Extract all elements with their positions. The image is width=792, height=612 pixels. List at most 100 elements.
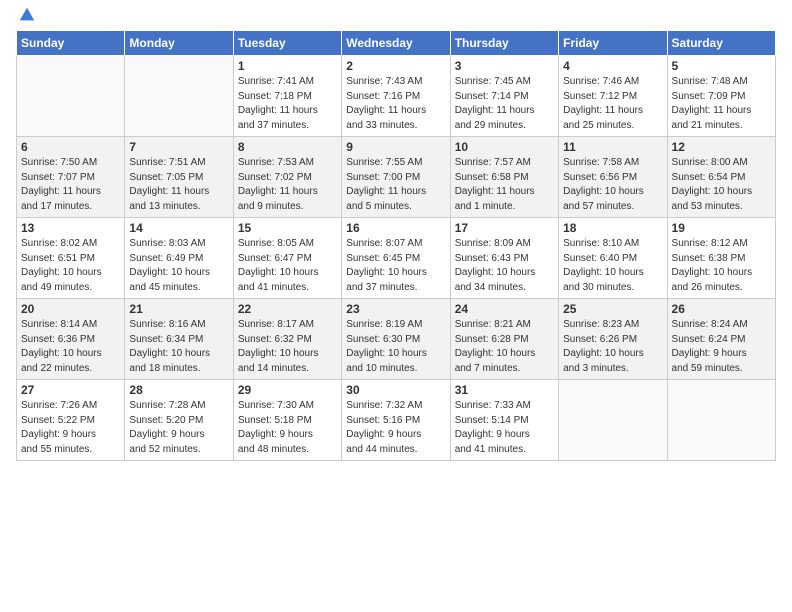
day-info: Sunrise: 7:30 AMSunset: 5:18 PMDaylight:… bbox=[238, 399, 337, 457]
day-number: 16 bbox=[346, 221, 445, 235]
day-number: 27 bbox=[21, 383, 120, 397]
calendar-cell: 31 Sunrise: 7:33 AMSunset: 5:14 PMDayligh… bbox=[450, 380, 558, 461]
day-info: Sunrise: 8:14 AMSunset: 6:36 PMDaylight:… bbox=[21, 318, 120, 376]
day-number: 15 bbox=[238, 221, 337, 235]
calendar-cell: 9 Sunrise: 7:55 AMSunset: 7:00 PMDaylight… bbox=[342, 137, 450, 218]
calendar-cell: 7 Sunrise: 7:51 AMSunset: 7:05 PMDaylight… bbox=[125, 137, 233, 218]
day-info: Sunrise: 7:41 AMSunset: 7:18 PMDaylight:… bbox=[238, 75, 337, 133]
page: SundayMondayTuesdayWednesdayThursdayFrid… bbox=[0, 0, 792, 471]
calendar-cell: 16 Sunrise: 8:07 AMSunset: 6:45 PMDayligh… bbox=[342, 218, 450, 299]
day-number: 29 bbox=[238, 383, 337, 397]
day-info: Sunrise: 7:57 AMSunset: 6:58 PMDaylight:… bbox=[455, 156, 554, 214]
day-info: Sunrise: 7:46 AMSunset: 7:12 PMDaylight:… bbox=[563, 75, 662, 133]
calendar-cell: 11 Sunrise: 7:58 AMSunset: 6:56 PMDayligh… bbox=[559, 137, 667, 218]
day-info: Sunrise: 8:02 AMSunset: 6:51 PMDaylight:… bbox=[21, 237, 120, 295]
day-info: Sunrise: 7:58 AMSunset: 6:56 PMDaylight:… bbox=[563, 156, 662, 214]
day-info: Sunrise: 7:45 AMSunset: 7:14 PMDaylight:… bbox=[455, 75, 554, 133]
calendar-week-4: 20Sunrise: 8:14 AMSunset: 6:36 PMDayligh… bbox=[17, 299, 776, 380]
calendar-header-sunday: Sunday bbox=[17, 31, 125, 56]
day-number: 28 bbox=[129, 383, 228, 397]
day-info: Sunrise: 8:17 AMSunset: 6:32 PMDaylight:… bbox=[238, 318, 337, 376]
day-info: Sunrise: 8:07 AMSunset: 6:45 PMDaylight:… bbox=[346, 237, 445, 295]
calendar-cell: 24 Sunrise: 8:21 AMSunset: 6:28 PMDayligh… bbox=[450, 299, 558, 380]
calendar-header-wednesday: Wednesday bbox=[342, 31, 450, 56]
calendar-cell: 27 Sunrise: 7:26 AMSunset: 5:22 PMDayligh… bbox=[17, 380, 125, 461]
calendar-header-thursday: Thursday bbox=[450, 31, 558, 56]
day-info: Sunrise: 7:32 AMSunset: 5:16 PMDaylight:… bbox=[346, 399, 445, 457]
calendar-cell: 1 Sunrise: 7:41 AMSunset: 7:18 PMDaylight… bbox=[233, 56, 341, 137]
day-number: 23 bbox=[346, 302, 445, 316]
calendar-header-saturday: Saturday bbox=[667, 31, 775, 56]
calendar-header-tuesday: Tuesday bbox=[233, 31, 341, 56]
calendar-cell: 15 Sunrise: 8:05 AMSunset: 6:47 PMDayligh… bbox=[233, 218, 341, 299]
day-info: Sunrise: 7:33 AMSunset: 5:14 PMDaylight:… bbox=[455, 399, 554, 457]
calendar-week-3: 13 Sunrise: 8:02 AMSunset: 6:51 PMDayligh… bbox=[17, 218, 776, 299]
calendar-cell: 17 Sunrise: 8:09 AMSunset: 6:43 PMDayligh… bbox=[450, 218, 558, 299]
calendar-cell bbox=[125, 56, 233, 137]
calendar-header-row: SundayMondayTuesdayWednesdayThursdayFrid… bbox=[17, 31, 776, 56]
day-info: Sunrise: 8:16 AMSunset: 6:34 PMDaylight:… bbox=[129, 318, 228, 376]
calendar-cell: 25 Sunrise: 8:23 AMSunset: 6:26 PMDayligh… bbox=[559, 299, 667, 380]
day-info: Sunrise: 8:23 AMSunset: 6:26 PMDaylight:… bbox=[563, 318, 662, 376]
calendar-cell: 30 Sunrise: 7:32 AMSunset: 5:16 PMDayligh… bbox=[342, 380, 450, 461]
day-info: Sunrise: 8:21 AMSunset: 6:28 PMDaylight:… bbox=[455, 318, 554, 376]
calendar-cell: 28 Sunrise: 7:28 AMSunset: 5:20 PMDayligh… bbox=[125, 380, 233, 461]
day-number: 13 bbox=[21, 221, 120, 235]
day-number: 6 bbox=[21, 140, 120, 154]
calendar-header-monday: Monday bbox=[125, 31, 233, 56]
calendar-cell: 4 Sunrise: 7:46 AMSunset: 7:12 PMDaylight… bbox=[559, 56, 667, 137]
calendar-cell: 26 Sunrise: 8:24 AMSunset: 6:24 PMDayligh… bbox=[667, 299, 775, 380]
day-info: Sunrise: 7:28 AMSunset: 5:20 PMDaylight:… bbox=[129, 399, 228, 457]
day-number: 9 bbox=[346, 140, 445, 154]
day-info: Sunrise: 8:09 AMSunset: 6:43 PMDaylight:… bbox=[455, 237, 554, 295]
day-number: 3 bbox=[455, 59, 554, 73]
calendar-cell: 22Sunrise: 8:17 AMSunset: 6:32 PMDayligh… bbox=[233, 299, 341, 380]
calendar-cell: 19Sunrise: 8:12 AMSunset: 6:38 PMDayligh… bbox=[667, 218, 775, 299]
day-number: 25 bbox=[563, 302, 662, 316]
calendar-week-1: 1 Sunrise: 7:41 AMSunset: 7:18 PMDaylight… bbox=[17, 56, 776, 137]
calendar-week-2: 6Sunrise: 7:50 AMSunset: 7:07 PMDaylight… bbox=[17, 137, 776, 218]
day-number: 17 bbox=[455, 221, 554, 235]
calendar-cell: 20Sunrise: 8:14 AMSunset: 6:36 PMDayligh… bbox=[17, 299, 125, 380]
calendar-cell: 13 Sunrise: 8:02 AMSunset: 6:51 PMDayligh… bbox=[17, 218, 125, 299]
calendar-week-5: 27 Sunrise: 7:26 AMSunset: 5:22 PMDayligh… bbox=[17, 380, 776, 461]
day-info: Sunrise: 8:10 AMSunset: 6:40 PMDaylight:… bbox=[563, 237, 662, 295]
day-number: 31 bbox=[455, 383, 554, 397]
day-info: Sunrise: 8:00 AMSunset: 6:54 PMDaylight:… bbox=[672, 156, 771, 214]
calendar-cell: 3 Sunrise: 7:45 AMSunset: 7:14 PMDaylight… bbox=[450, 56, 558, 137]
logo bbox=[16, 20, 36, 24]
day-info: Sunrise: 8:03 AMSunset: 6:49 PMDaylight:… bbox=[129, 237, 228, 295]
calendar-cell bbox=[559, 380, 667, 461]
calendar-cell: 2Sunrise: 7:43 AMSunset: 7:16 PMDaylight… bbox=[342, 56, 450, 137]
calendar-cell: 23 Sunrise: 8:19 AMSunset: 6:30 PMDayligh… bbox=[342, 299, 450, 380]
day-number: 7 bbox=[129, 140, 228, 154]
calendar-cell: 5Sunrise: 7:48 AMSunset: 7:09 PMDaylight… bbox=[667, 56, 775, 137]
day-number: 11 bbox=[563, 140, 662, 154]
day-number: 2 bbox=[346, 59, 445, 73]
day-number: 4 bbox=[563, 59, 662, 73]
calendar-cell: 12Sunrise: 8:00 AMSunset: 6:54 PMDayligh… bbox=[667, 137, 775, 218]
day-number: 26 bbox=[672, 302, 771, 316]
day-info: Sunrise: 7:51 AMSunset: 7:05 PMDaylight:… bbox=[129, 156, 228, 214]
calendar-table: SundayMondayTuesdayWednesdayThursdayFrid… bbox=[16, 30, 776, 461]
day-info: Sunrise: 8:19 AMSunset: 6:30 PMDaylight:… bbox=[346, 318, 445, 376]
day-info: Sunrise: 8:05 AMSunset: 6:47 PMDaylight:… bbox=[238, 237, 337, 295]
day-info: Sunrise: 8:24 AMSunset: 6:24 PMDaylight:… bbox=[672, 318, 771, 376]
logo-icon bbox=[18, 6, 36, 24]
day-number: 24 bbox=[455, 302, 554, 316]
day-number: 1 bbox=[238, 59, 337, 73]
day-number: 19 bbox=[672, 221, 771, 235]
calendar-cell: 18Sunrise: 8:10 AMSunset: 6:40 PMDayligh… bbox=[559, 218, 667, 299]
day-number: 5 bbox=[672, 59, 771, 73]
calendar-cell: 8Sunrise: 7:53 AMSunset: 7:02 PMDaylight… bbox=[233, 137, 341, 218]
calendar-cell: 14 Sunrise: 8:03 AMSunset: 6:49 PMDayligh… bbox=[125, 218, 233, 299]
day-info: Sunrise: 7:26 AMSunset: 5:22 PMDaylight:… bbox=[21, 399, 120, 457]
header bbox=[16, 16, 776, 24]
calendar-cell: 21 Sunrise: 8:16 AMSunset: 6:34 PMDayligh… bbox=[125, 299, 233, 380]
day-info: Sunrise: 7:55 AMSunset: 7:00 PMDaylight:… bbox=[346, 156, 445, 214]
day-number: 21 bbox=[129, 302, 228, 316]
day-number: 14 bbox=[129, 221, 228, 235]
calendar-cell: 6Sunrise: 7:50 AMSunset: 7:07 PMDaylight… bbox=[17, 137, 125, 218]
calendar-cell: 29 Sunrise: 7:30 AMSunset: 5:18 PMDayligh… bbox=[233, 380, 341, 461]
day-number: 30 bbox=[346, 383, 445, 397]
